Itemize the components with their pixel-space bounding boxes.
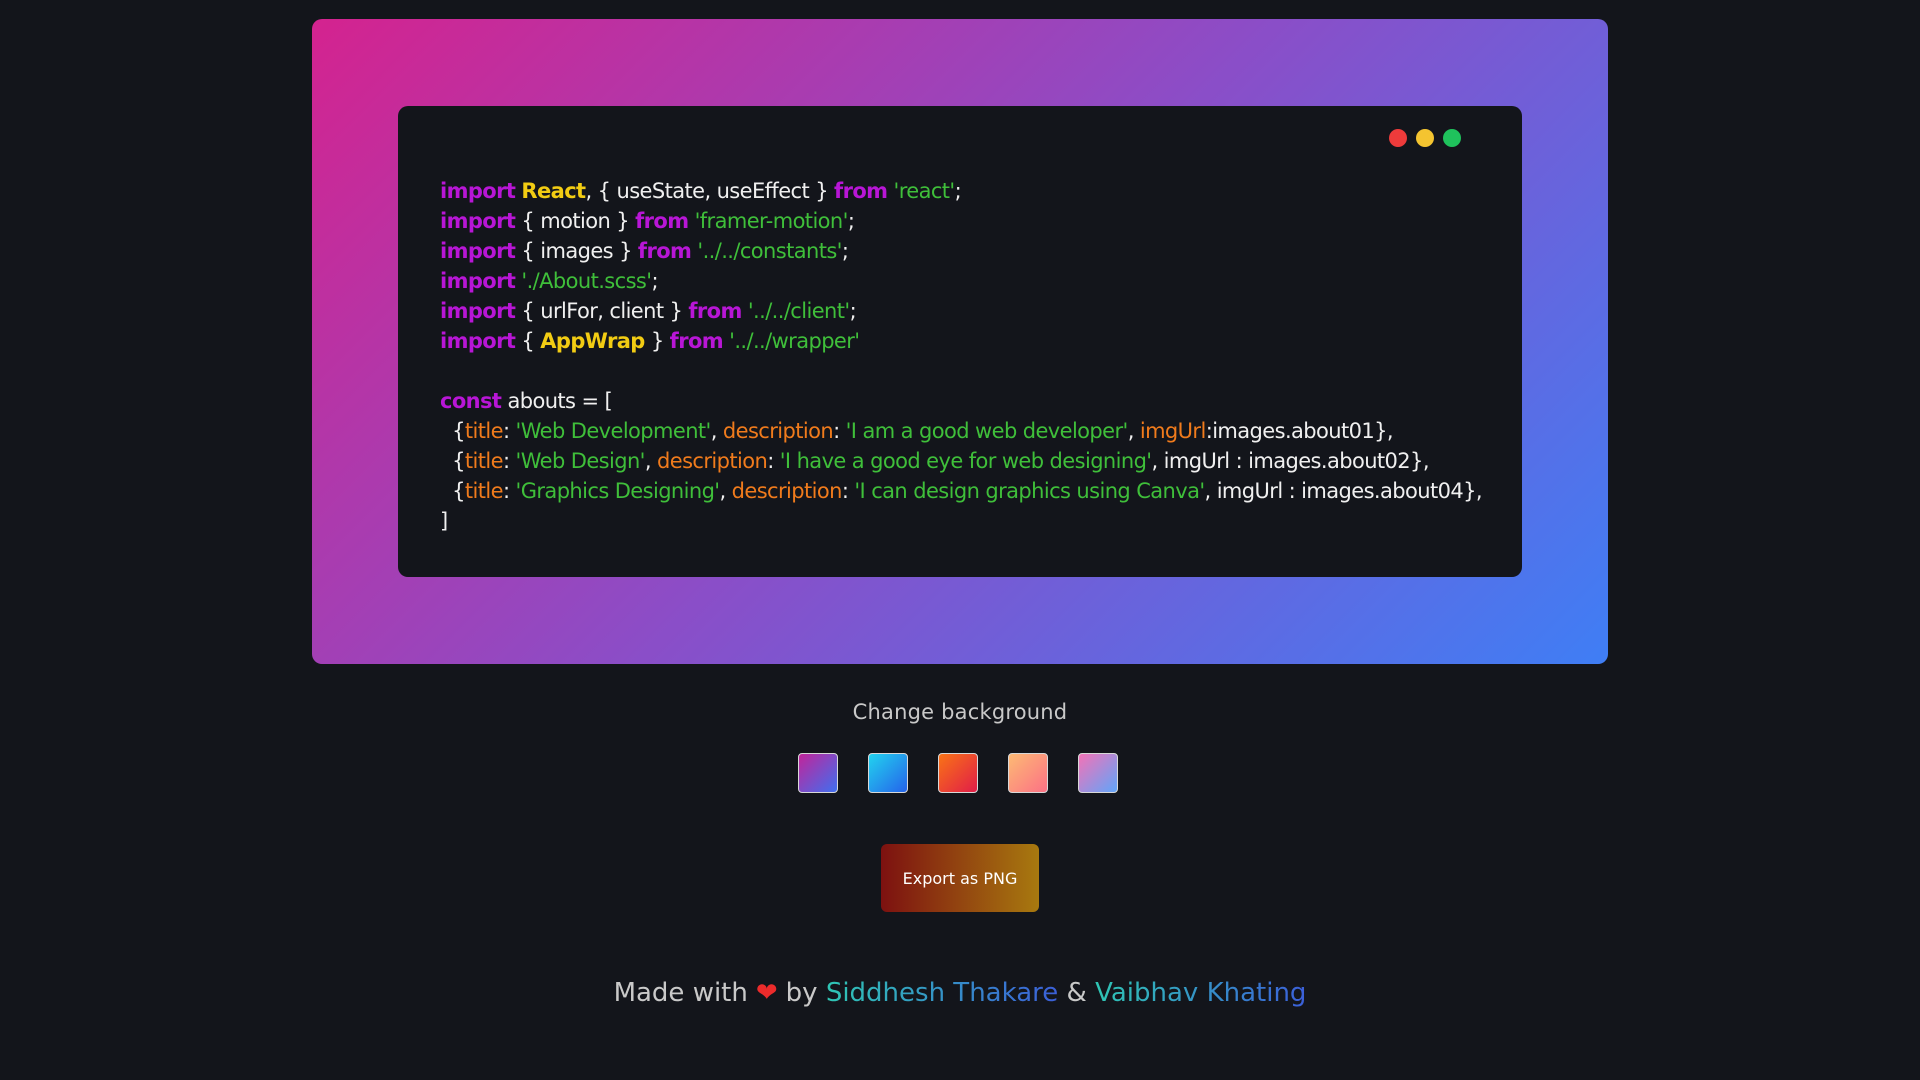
code-token: title	[464, 479, 504, 503]
swatch-purple-blue[interactable]	[798, 753, 838, 793]
code-line: {title: 'Graphics Designing', descriptio…	[440, 476, 1482, 506]
code-token: import	[440, 299, 516, 323]
code-token: ;	[841, 239, 849, 263]
code-token: ]	[440, 509, 448, 533]
code-token: ;	[849, 299, 857, 323]
code-token: './About.scss'	[521, 269, 652, 293]
code-line: const abouts = [	[440, 386, 1482, 416]
code-token: 'Web Development'	[515, 419, 712, 443]
code-token: ,	[644, 449, 658, 473]
code-line: import './About.scss';	[440, 266, 1482, 296]
code-token: {	[440, 449, 465, 473]
code-window: import React, { useState, useEffect } fr…	[398, 106, 1522, 577]
author-link-siddhesh[interactable]: Siddhesh Thakare	[826, 978, 1058, 1008]
code-token: title	[464, 449, 504, 473]
code-token: import	[440, 269, 516, 293]
code-token: import	[440, 329, 516, 353]
code-token: abouts = [	[501, 389, 613, 413]
code-line: import { urlFor, client } from '../../cl…	[440, 296, 1482, 326]
code-token: :	[841, 479, 855, 503]
code-line: import React, { useState, useEffect } fr…	[440, 176, 1482, 206]
swatch-cyan-blue[interactable]	[868, 753, 908, 793]
maximize-dot-icon	[1443, 129, 1461, 147]
code-line: {title: 'Web Development', description: …	[440, 416, 1482, 446]
minimize-dot-icon	[1416, 129, 1434, 147]
code-token: , { useState, useEffect }	[585, 179, 835, 203]
code-token: React	[521, 179, 586, 203]
code-token: ;	[847, 209, 855, 233]
code-token: import	[440, 179, 516, 203]
background-swatches	[798, 753, 1118, 793]
code-token: '../../constants'	[697, 239, 842, 263]
code-token: from	[834, 179, 888, 203]
code-token: :	[502, 419, 516, 443]
code-token: import	[440, 209, 516, 233]
code-line: import { motion } from 'framer-motion';	[440, 206, 1482, 236]
window-controls	[1389, 129, 1461, 147]
swatch-orange-red[interactable]	[938, 753, 978, 793]
code-line: import { AppWrap } from '../../wrapper'	[440, 326, 1482, 356]
code-token: {	[440, 419, 465, 443]
code-token: :	[767, 449, 780, 473]
footer-made-with: Made with	[613, 978, 748, 1008]
code-token: 'react'	[893, 179, 956, 203]
swatch-peach[interactable]	[1008, 753, 1048, 793]
code-token: , imgUrl : images.about04},	[1204, 479, 1483, 503]
code-token: description	[657, 449, 768, 473]
code-token: from	[635, 209, 689, 233]
code-token: '../../client'	[747, 299, 850, 323]
code-token: :	[502, 479, 516, 503]
code-token: from	[669, 329, 724, 353]
code-token: {	[515, 329, 541, 353]
code-token: AppWrap	[540, 329, 645, 353]
close-dot-icon	[1389, 129, 1407, 147]
code-token: :	[502, 449, 516, 473]
heart-icon: ❤	[755, 978, 778, 1008]
code-token: 'framer-motion'	[694, 209, 849, 233]
code-token: ;	[954, 179, 962, 203]
footer-credits: Made with ❤ by Siddhesh Thakare & Vaibhav …	[0, 978, 1920, 1008]
code-token: :	[833, 419, 846, 443]
code-token: , imgUrl : images.about02},	[1151, 449, 1429, 473]
code-token: const	[440, 389, 502, 413]
code-token: {	[440, 479, 465, 503]
code-token: { images }	[515, 239, 638, 263]
export-png-button[interactable]: Export as PNG	[881, 844, 1039, 912]
code-token: ,	[710, 419, 723, 443]
code-token: ,	[1127, 419, 1140, 443]
code-token: from	[637, 239, 692, 263]
code-line: import { images } from '../../constants'…	[440, 236, 1482, 266]
code-token: description	[731, 479, 843, 503]
code-token: { motion }	[515, 209, 636, 233]
code-token: :images.about01},	[1205, 419, 1394, 443]
footer-ampersand: &	[1066, 978, 1087, 1008]
code-token: import	[440, 239, 516, 263]
code-line: {title: 'Web Design', description: 'I ha…	[440, 446, 1482, 476]
code-token: 'I have a good eye for web designing'	[779, 449, 1152, 473]
code-block: import React, { useState, useEffect } fr…	[440, 176, 1483, 536]
code-token: imgUrl	[1139, 419, 1206, 443]
code-token: }	[644, 329, 670, 353]
code-token: title	[464, 419, 504, 443]
code-token: 'Web Design'	[515, 449, 646, 473]
code-token: ;	[651, 269, 658, 293]
code-token: 'I am a good web developer'	[845, 419, 1129, 443]
swatch-pink-blue[interactable]	[1078, 753, 1118, 793]
code-token: from	[688, 299, 742, 323]
code-token: description	[722, 419, 834, 443]
code-token: 'I can design graphics using Canva'	[854, 479, 1205, 503]
author-link-vaibhav[interactable]: Vaibhav Khating	[1095, 978, 1306, 1008]
change-background-label: Change background	[852, 700, 1068, 724]
code-token: 'Graphics Designing'	[515, 479, 721, 503]
code-line: ]	[440, 506, 1482, 536]
code-preview-frame: import React, { useState, useEffect } fr…	[312, 19, 1608, 664]
code-token: '../../wrapper'	[729, 329, 860, 353]
code-token: { urlFor, client }	[515, 299, 689, 323]
code-token: ,	[719, 479, 732, 503]
footer-by: by	[785, 978, 818, 1008]
